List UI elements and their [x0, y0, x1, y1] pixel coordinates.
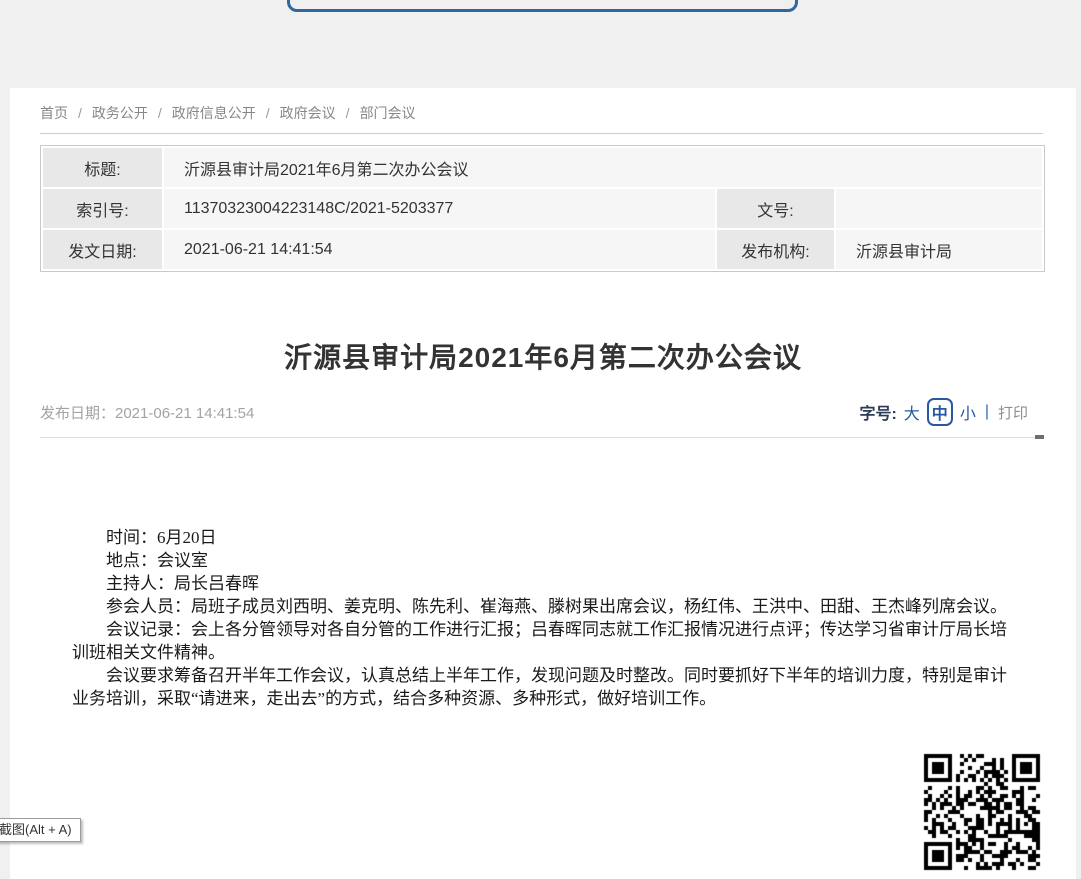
title-divider [40, 437, 1043, 438]
divider-end-mark [1035, 435, 1044, 439]
paragraph-place: 地点：会议室 [72, 549, 1018, 572]
search-input-remnant[interactable] [287, 0, 798, 12]
qr-code [920, 750, 1044, 874]
document-meta-table: 标题: 沂源县审计局2021年6月第二次办公会议 索引号: 1137032300… [40, 145, 1045, 272]
page: 首页 / 政务公开 / 政府信息公开 / 政府会议 / 部门会议 标题: 沂源县审计局2021年… [0, 0, 1081, 879]
font-size-large-button[interactable]: 大 [904, 400, 920, 424]
meta-org-value: 沂源县审计局 [835, 229, 1043, 270]
article-body: 时间：6月20日 地点：会议室 主持人：局长吕春晖 参会人员：局班子成员刘西明、… [72, 526, 1018, 710]
content-panel: 首页 / 政务公开 / 政府信息公开 / 政府会议 / 部门会议 标题: 沂源县审计局2021年… [10, 88, 1076, 879]
breadcrumb-divider [40, 133, 1043, 134]
publish-info-row: 发布日期：2021-06-21 14:41:54 字号: 大 中 小 | 打印 [10, 398, 1076, 426]
meta-date-label: 发文日期: [42, 229, 163, 270]
meta-index-value: 11370323004223148C/2021-5203377 [163, 188, 716, 229]
breadcrumb-separator: / [78, 105, 82, 121]
paragraph-time: 时间：6月20日 [72, 526, 1018, 549]
print-button[interactable]: 打印 [998, 402, 1028, 423]
table-row: 标题: 沂源县审计局2021年6月第二次办公会议 [42, 147, 1043, 188]
meta-date-value: 2021-06-21 14:41:54 [163, 229, 716, 270]
font-size-controls: 字号: 大 中 小 | 打印 [859, 398, 1028, 426]
breadcrumb-gov-info[interactable]: 政府信息公开 [172, 105, 256, 121]
font-size-medium-button[interactable]: 中 [927, 398, 953, 426]
paragraph-host: 主持人：局长吕春晖 [72, 572, 1018, 595]
breadcrumb-separator: / [158, 105, 162, 121]
breadcrumb-dept-meetings[interactable]: 部门会议 [360, 105, 416, 121]
table-row: 发文日期: 2021-06-21 14:41:54 发布机构: 沂源县审计局 [42, 229, 1043, 270]
meta-title-value: 沂源县审计局2021年6月第二次办公会议 [163, 147, 1043, 188]
font-size-label: 字号: [859, 400, 896, 424]
meta-docnum-label: 文号: [716, 188, 835, 229]
font-size-small-button[interactable]: 小 [960, 400, 976, 424]
breadcrumb-gov-meetings[interactable]: 政府会议 [280, 105, 336, 121]
screenshot-tooltip: 截图(Alt + A) [0, 818, 81, 842]
table-row: 索引号: 11370323004223148C/2021-5203377 文号: [42, 188, 1043, 229]
paragraph-attendees: 参会人员：局班子成员刘西明、姜克明、陈先利、崔海燕、滕树果出席会议，杨红伟、王洪… [72, 595, 1018, 618]
meta-title-label: 标题: [42, 147, 163, 188]
breadcrumb-gov-affairs[interactable]: 政务公开 [92, 105, 148, 121]
page-title: 沂源县审计局2021年6月第二次办公会议 [10, 336, 1076, 376]
breadcrumb-home[interactable]: 首页 [40, 105, 68, 121]
breadcrumb-separator: / [346, 105, 350, 121]
meta-org-label: 发布机构: [716, 229, 835, 270]
breadcrumb-separator: / [266, 105, 270, 121]
publish-date: 发布日期：2021-06-21 14:41:54 [40, 402, 254, 423]
paragraph-requirements: 会议要求筹备召开半年工作会议，认真总结上半年工作，发现问题及时整改。同时要抓好下… [72, 664, 1018, 710]
paragraph-minutes: 会议记录：会上各分管领导对各自分管的工作进行汇报；吕春晖同志就工作汇报情况进行点… [72, 618, 1018, 664]
controls-separator: | [985, 403, 989, 421]
meta-index-label: 索引号: [42, 188, 163, 229]
breadcrumb: 首页 / 政务公开 / 政府信息公开 / 政府会议 / 部门会议 [40, 103, 420, 123]
meta-docnum-value [835, 188, 1043, 229]
